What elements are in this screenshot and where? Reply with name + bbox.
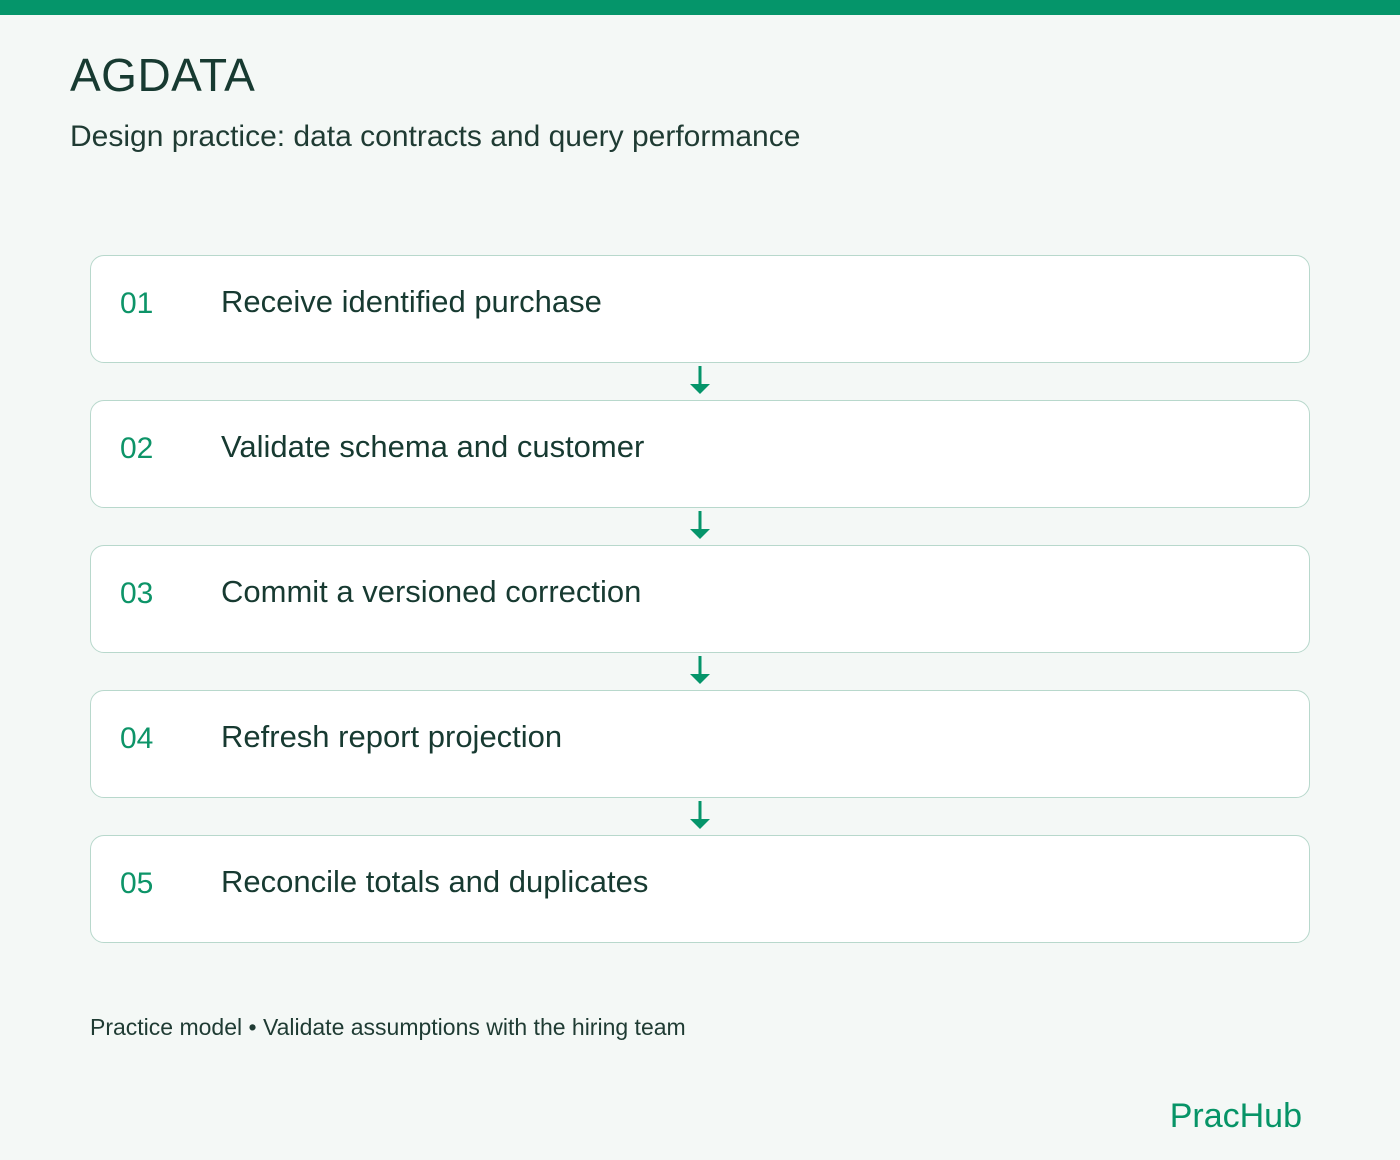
step-connector: [90, 363, 1310, 400]
arrow-down-icon: [690, 801, 710, 829]
step-label: Reconcile totals and duplicates: [221, 864, 649, 899]
page-title: AGDATA: [70, 49, 256, 101]
step-card-5: 05 Reconcile totals and duplicates: [90, 835, 1310, 943]
step-card-1: 01 Receive identified purchase: [90, 255, 1310, 363]
step-number: 01: [120, 287, 154, 320]
step-label: Commit a versioned correction: [221, 574, 642, 609]
arrow-down-icon: [690, 656, 710, 684]
step-connector: [90, 508, 1310, 545]
step-card-4: 04 Refresh report projection: [90, 690, 1310, 798]
step-number: 03: [120, 577, 154, 610]
step-connector: [90, 653, 1310, 690]
step-number: 04: [120, 722, 154, 755]
step-label: Refresh report projection: [221, 719, 563, 754]
step-connector: [90, 798, 1310, 835]
step-label: Validate schema and customer: [221, 429, 645, 464]
arrow-down-icon: [690, 511, 710, 539]
step-label: Receive identified purchase: [221, 284, 602, 319]
process-flow: 01 Receive identified purchase 02 Valida…: [90, 255, 1310, 943]
step-number: 05: [120, 867, 154, 900]
brand-logo-text: PracHub: [1169, 1097, 1302, 1135]
step-card-2: 02 Validate schema and customer: [90, 400, 1310, 508]
top-accent-bar: [0, 0, 1400, 15]
step-number: 02: [120, 432, 154, 465]
arrow-down-icon: [690, 366, 710, 394]
footnote: Practice model • Validate assumptions wi…: [90, 1014, 686, 1040]
page-subtitle: Design practice: data contracts and quer…: [70, 120, 801, 153]
step-card-3: 03 Commit a versioned correction: [90, 545, 1310, 653]
